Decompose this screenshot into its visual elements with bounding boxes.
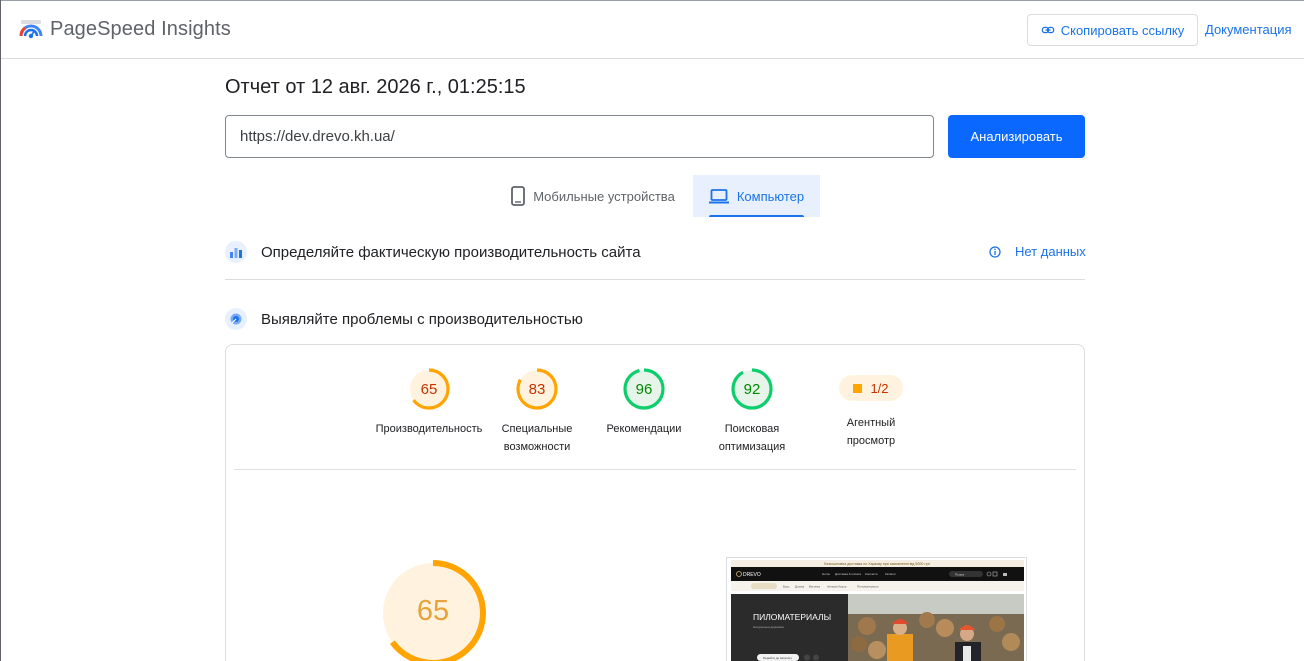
report-title: Отчет от 12 авг. 2026 г., 01:25:15: [225, 76, 526, 98]
agent-view-value: 1/2: [870, 380, 889, 396]
screenshot-banner: Безкоштовна доставка по Харкову при замо…: [824, 562, 929, 566]
score-label-line1: Поисковая: [724, 423, 780, 435]
no-data-indicator[interactable]: Нет данных: [989, 244, 1086, 259]
screenshot-hero-title: ПИЛОМАТЕРИАЛЫ: [753, 612, 831, 622]
score-ring: 65: [408, 368, 450, 410]
smartphone-icon: [511, 186, 526, 206]
analyze-button[interactable]: Анализировать: [948, 115, 1085, 158]
tab-desktop[interactable]: Компьютер: [693, 175, 820, 217]
score-label-line2: возможности: [503, 441, 571, 453]
documentation-link[interactable]: Документация: [1205, 22, 1292, 37]
screenshot-nav-3: Контакти: [865, 572, 878, 576]
gauge-agent-view[interactable]: 1/2 Агентный просмотр: [811, 366, 931, 450]
screenshot-nav-4: Каталог: [885, 572, 896, 576]
warning-square-icon: [853, 383, 863, 393]
score-label-line2: оптимизация: [718, 441, 786, 453]
screenshot-search: Пошук: [955, 572, 965, 576]
page-screenshot-image: Безкоштовна доставка по Харкову при замо…: [727, 558, 1026, 661]
field-data-icon: [225, 241, 247, 263]
laptop-icon: [708, 189, 729, 204]
tab-desktop-label: Компьютер: [736, 188, 805, 204]
performance-big-gauge[interactable]: 65: [379, 559, 487, 661]
copy-link-button[interactable]: Скопировать ссылку: [1027, 14, 1198, 46]
screenshot-cat-4: Імітація бруса: [827, 585, 847, 589]
gauge-score-3[interactable]: 92 Поисковая оптимизация: [692, 366, 812, 456]
score-value: 83: [529, 381, 546, 398]
score-label: Производительность: [369, 420, 489, 438]
tab-mobile-label: Мобильные устройства: [533, 188, 675, 204]
top-app-bar: PageSpeed Insights Скопировать ссылку До…: [1, 1, 1304, 59]
link-icon: [1041, 26, 1055, 34]
gauge-score-0[interactable]: 65 Производительность: [369, 366, 489, 438]
screenshot-cat-1: Брус: [783, 585, 790, 589]
gauge-score-2[interactable]: 96 Рекомендации: [584, 366, 704, 438]
no-data-label: Нет данных: [1015, 244, 1086, 259]
info-icon: [989, 245, 1001, 258]
score-ring: 96: [623, 368, 665, 410]
big-gauge-value: 65: [417, 595, 449, 627]
score-label-line1: Специальные: [501, 423, 573, 435]
screenshot-nav-2: Доставка й оплата: [835, 572, 861, 576]
agent-view-label-1: Агентный: [846, 417, 896, 429]
agent-view-badge: 1/2: [839, 375, 903, 401]
copy-link-label: Скопировать ссылку: [1060, 22, 1185, 38]
url-input[interactable]: [225, 115, 934, 158]
score-label-line1: Производительность: [375, 423, 483, 435]
score-label: Поисковая оптимизация: [692, 420, 812, 456]
gauge-score-1[interactable]: 83 Специальные возможности: [477, 366, 597, 456]
score-label-line1: Рекомендации: [606, 423, 682, 435]
score-ring: 92: [731, 368, 773, 410]
app-title[interactable]: PageSpeed Insights: [50, 18, 231, 41]
screenshot-logo: DREVO: [743, 572, 761, 578]
score-value: 92: [744, 381, 761, 398]
screenshot-cat-5: Пиломатеріали: [857, 585, 879, 589]
score-value: 96: [636, 381, 653, 398]
screenshot-cat-3: Вагонка: [809, 585, 820, 589]
screenshot-button: Перейти до каталогу: [763, 656, 793, 660]
agent-view-label-2: просмотр: [846, 435, 896, 447]
score-label: Рекомендации: [584, 420, 704, 438]
tab-mobile[interactable]: Мобильные устройства: [493, 175, 693, 217]
screenshot-hero-subtitle: Натуральна деревина: [753, 625, 784, 629]
section-divider: [225, 279, 1085, 280]
card-divider: [234, 469, 1076, 470]
score-value: 65: [421, 381, 438, 398]
screenshot-cat-2: Дошка: [795, 585, 805, 589]
diagnose-icon: [225, 308, 247, 330]
score-ring: 83: [516, 368, 558, 410]
score-label: Специальные возможности: [477, 420, 597, 456]
lab-data-title: Выявляйте проблемы с производительностью: [261, 311, 583, 328]
pagespeed-logo-icon[interactable]: [19, 18, 43, 42]
screenshot-nav-1: Home: [822, 572, 830, 576]
page-screenshot: Безкоштовна доставка по Харкову при замо…: [726, 557, 1027, 661]
window-left-edge: [0, 0, 1, 661]
field-data-title: Определяйте фактическую производительнос…: [261, 244, 641, 261]
